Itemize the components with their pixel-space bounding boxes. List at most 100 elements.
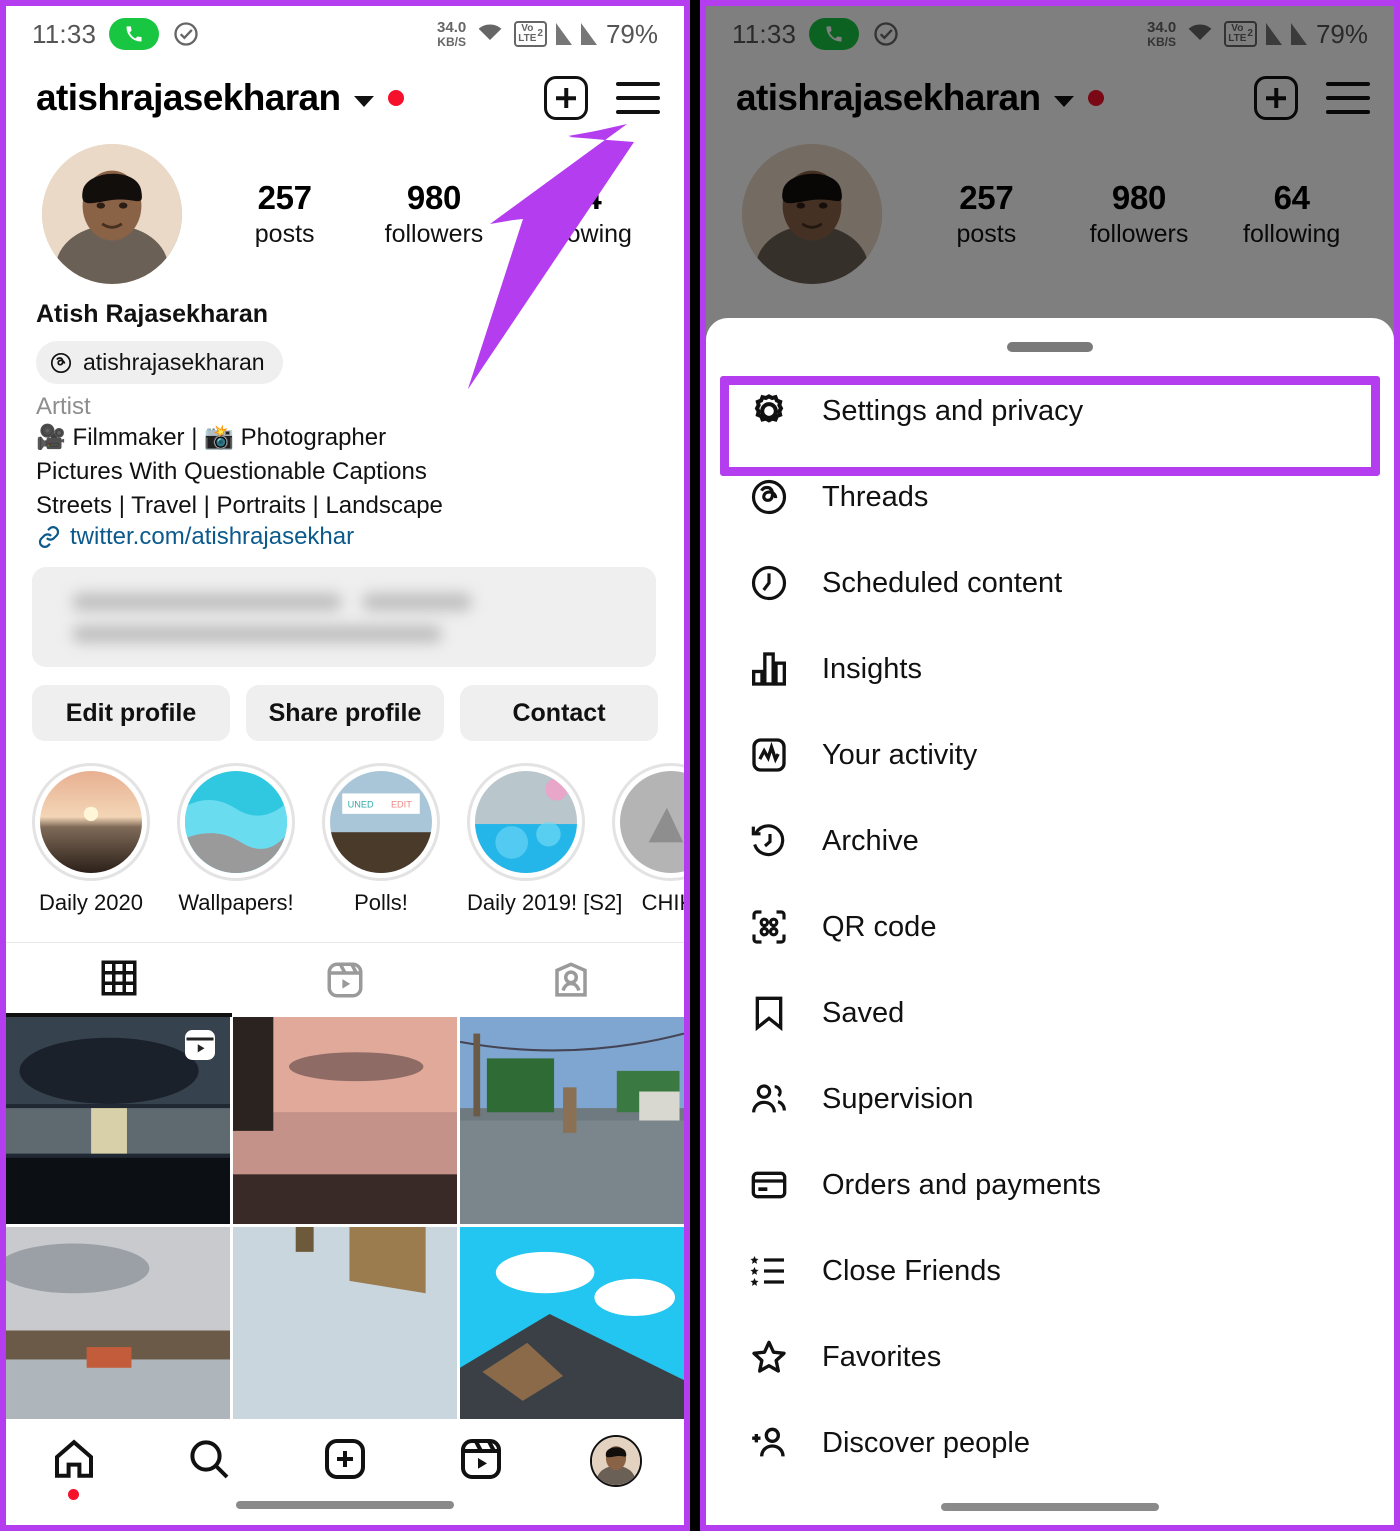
grid-tab[interactable] bbox=[6, 943, 232, 1018]
search-icon bbox=[190, 1440, 229, 1479]
post-cell[interactable] bbox=[460, 1017, 684, 1225]
sheet-drag-handle[interactable] bbox=[1007, 342, 1093, 352]
menu-item-scheduled-content[interactable]: Scheduled content bbox=[706, 540, 1394, 626]
threads-badge[interactable]: atishrajasekharan bbox=[36, 341, 283, 384]
create-nav[interactable] bbox=[277, 1435, 413, 1483]
post-cell[interactable] bbox=[233, 1017, 457, 1225]
stat-value: 257 bbox=[257, 179, 312, 216]
threads-icon bbox=[746, 474, 792, 520]
stat-posts[interactable]: 257 posts bbox=[210, 179, 359, 249]
highlight-label: CHIKI bbox=[641, 890, 684, 916]
menu-item-saved[interactable]: Saved bbox=[706, 970, 1394, 1056]
menu-item-orders-and-payments[interactable]: Orders and payments bbox=[706, 1142, 1394, 1228]
svg-text:UNED: UNED bbox=[348, 800, 374, 810]
archive-clock-icon bbox=[746, 818, 792, 864]
qr-code-icon bbox=[746, 904, 792, 950]
highlight-item[interactable]: UNED EDIT Polls! bbox=[322, 763, 440, 916]
signal-bars-icon-1 bbox=[555, 23, 572, 45]
post-cell[interactable] bbox=[233, 1227, 457, 1435]
grid-icon bbox=[101, 960, 137, 996]
reels-icon bbox=[460, 1439, 501, 1479]
post-cell[interactable] bbox=[6, 1227, 230, 1435]
hamburger-menu-button[interactable] bbox=[616, 82, 660, 114]
plus-box-icon bbox=[324, 1439, 365, 1479]
profile-avatar[interactable] bbox=[42, 144, 182, 284]
highlight-item[interactable]: Daily 2020 bbox=[32, 763, 150, 916]
star-icon bbox=[746, 1334, 792, 1380]
profile-tab-strip bbox=[6, 942, 684, 1018]
menu-item-label: Discover people bbox=[822, 1426, 1030, 1459]
people-icon bbox=[746, 1076, 792, 1122]
menu-item-your-activity[interactable]: Your activity bbox=[706, 712, 1394, 798]
link-icon bbox=[38, 526, 60, 549]
username-switcher[interactable]: atishrajasekharan bbox=[36, 77, 405, 119]
status-bar: 11:33 34.0KB/S VoLTE2 79% bbox=[6, 6, 684, 62]
status-bar-left: 11:33 bbox=[32, 18, 200, 50]
highlight-item[interactable]: Wallpapers! bbox=[177, 763, 295, 916]
avatar bbox=[590, 1435, 643, 1487]
reels-nav[interactable] bbox=[413, 1435, 549, 1483]
activity-icon bbox=[746, 732, 792, 778]
credit-card-icon bbox=[746, 1162, 792, 1208]
menu-item-threads[interactable]: Threads bbox=[706, 454, 1394, 540]
volte-icon: VoLTE2 bbox=[514, 21, 547, 47]
wifi-icon bbox=[478, 24, 502, 40]
search-nav[interactable] bbox=[142, 1435, 278, 1483]
chevron-down-icon bbox=[354, 95, 375, 107]
highlight-label: Polls! bbox=[354, 890, 408, 916]
stat-following[interactable]: 64 following bbox=[509, 179, 658, 249]
create-button[interactable] bbox=[544, 76, 588, 120]
highlight-label: Wallpapers! bbox=[178, 890, 294, 916]
home-notification-dot bbox=[68, 1489, 80, 1500]
phone-call-icon bbox=[109, 18, 160, 50]
menu-item-favorites[interactable]: Favorites bbox=[706, 1314, 1394, 1400]
edit-profile-button[interactable]: Edit profile bbox=[32, 685, 230, 742]
menu-item-qr-code[interactable]: QR code bbox=[706, 884, 1394, 970]
bookmark-icon bbox=[746, 990, 792, 1036]
new-account-dot bbox=[388, 90, 405, 106]
post-grid bbox=[6, 1017, 684, 1435]
right-phone-screen: 11:33 34.0KB/S VoLTE2 79% atishrajasekha… bbox=[700, 0, 1400, 1531]
left-phone-screen: 11:33 34.0 KB/S Vo LTE 2 79% atishrajasekh bbox=[0, 0, 690, 1531]
stat-value: 980 bbox=[406, 179, 462, 216]
story-highlights-row: Daily 2020 Wallpapers! UNED EDIT Polls! D… bbox=[6, 741, 684, 916]
menu-item-supervision[interactable]: Supervision bbox=[706, 1056, 1394, 1142]
home-nav[interactable] bbox=[6, 1435, 142, 1500]
profile-action-buttons: Edit profile Share profile Contact bbox=[6, 667, 684, 742]
signal-bars-icon-2 bbox=[580, 23, 597, 45]
highlight-item[interactable]: Daily 2019! [S2] bbox=[467, 763, 622, 916]
profile-nav[interactable] bbox=[548, 1435, 684, 1487]
status-time: 11:33 bbox=[32, 18, 97, 49]
menu-item-label: Your activity bbox=[822, 738, 978, 771]
star-list-icon bbox=[746, 1248, 792, 1294]
menu-item-settings-and-privacy[interactable]: Settings and privacy bbox=[706, 368, 1394, 454]
menu-item-close-friends[interactable]: Close Friends bbox=[706, 1228, 1394, 1314]
reels-tab[interactable] bbox=[232, 943, 458, 1017]
menu-item-label: QR code bbox=[822, 910, 937, 943]
data-rate-indicator: 34.0KB/S bbox=[437, 19, 467, 49]
link-text: twitter.com/atishrajasekhar bbox=[70, 523, 355, 551]
tagged-tab[interactable] bbox=[458, 943, 684, 1017]
contact-button[interactable]: Contact bbox=[460, 685, 658, 742]
menu-list: Settings and privacy Threads Scheduled c… bbox=[706, 352, 1394, 1486]
stat-label: followers bbox=[384, 220, 484, 248]
highlight-item[interactable]: CHIKI bbox=[612, 763, 684, 916]
svg-text:EDIT: EDIT bbox=[391, 800, 412, 810]
menu-item-discover-people[interactable]: Discover people bbox=[706, 1400, 1394, 1486]
profile-external-link[interactable]: twitter.com/atishrajasekhar bbox=[36, 523, 654, 551]
stat-followers[interactable]: 980 followers bbox=[359, 179, 508, 249]
bio-line: Pictures With Questionable Captions bbox=[36, 457, 427, 485]
profile-full-name: Atish Rajasekharan bbox=[36, 300, 269, 328]
menu-item-label: Saved bbox=[822, 996, 905, 1029]
profile-username: atishrajasekharan bbox=[36, 77, 341, 118]
menu-item-insights[interactable]: Insights bbox=[706, 626, 1394, 712]
menu-item-label: Settings and privacy bbox=[822, 394, 1084, 427]
menu-item-archive[interactable]: Archive bbox=[706, 798, 1394, 884]
stat-value: 64 bbox=[565, 179, 602, 216]
menu-item-label: Close Friends bbox=[822, 1254, 1001, 1287]
post-cell[interactable] bbox=[460, 1227, 684, 1435]
threads-icon bbox=[50, 352, 72, 373]
share-profile-button[interactable]: Share profile bbox=[246, 685, 444, 742]
post-cell[interactable] bbox=[6, 1017, 230, 1225]
reels-badge-icon bbox=[185, 1030, 215, 1061]
